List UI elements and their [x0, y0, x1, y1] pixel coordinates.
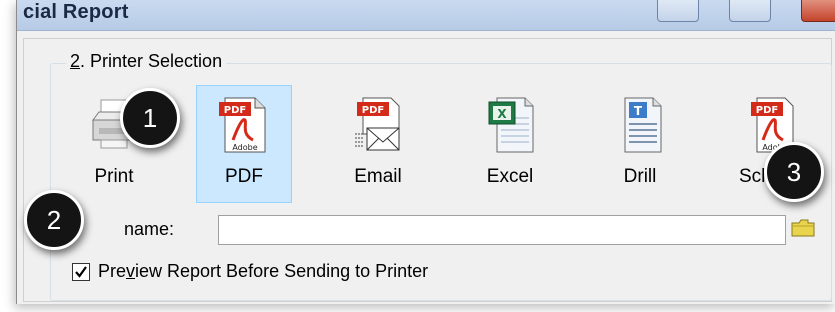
checkmark-icon — [75, 266, 87, 278]
printer-option-label: Excel — [486, 166, 534, 187]
callout-marker-1: 1 — [120, 88, 180, 148]
printer-option-excel[interactable]: X Excel — [462, 85, 558, 203]
excel-mark: X — [497, 107, 507, 121]
title-bar: cial Report — [17, 0, 835, 31]
callout-marker-3: 3 — [764, 142, 824, 202]
document-icon: T — [615, 94, 665, 154]
callout-marker-2: 2 — [24, 190, 84, 250]
folder-icon — [791, 219, 815, 237]
report-window: cial Report 2. Printer Selection Print P… — [16, 0, 835, 304]
printer-option-label: Print — [94, 166, 134, 187]
printer-option-label: PDF — [225, 166, 263, 187]
excel-icon: X — [485, 94, 535, 154]
file-name-input[interactable] — [218, 215, 786, 245]
preview-checkbox-label: Preview Report Before Sending to Printer — [98, 261, 429, 281]
dialog-client-area: 2. Printer Selection Print PDF Adobe PDF… — [23, 38, 832, 302]
printer-option-pdf[interactable]: PDF Adobe PDF — [196, 85, 292, 203]
printer-option-drill[interactable]: T Drill — [592, 85, 688, 203]
file-name-label: name: — [124, 219, 175, 239]
preview-checkbox[interactable] — [72, 263, 90, 281]
printer-option-label: Drill — [623, 166, 657, 187]
pdf-badge-text: PDF — [756, 105, 778, 116]
minimize-button[interactable] — [657, 0, 699, 22]
maximize-button[interactable] — [729, 0, 771, 22]
pdf-badge-text: PDF — [362, 105, 384, 116]
printer-selection-label: 2. Printer Selection — [66, 51, 227, 72]
printer-option-label: Email — [354, 166, 402, 187]
adobe-text: Adobe — [232, 143, 257, 152]
printer-option-email[interactable]: PDF Email — [330, 85, 426, 203]
close-button[interactable] — [801, 0, 835, 22]
word-mark: T — [634, 104, 643, 118]
pdf-badge-text: PDF — [224, 105, 246, 116]
email-pdf-icon: PDF — [353, 94, 403, 154]
folder-browse-button[interactable] — [790, 217, 816, 239]
pdf-icon: PDF Adobe — [219, 94, 269, 154]
window-title: cial Report — [23, 1, 129, 23]
